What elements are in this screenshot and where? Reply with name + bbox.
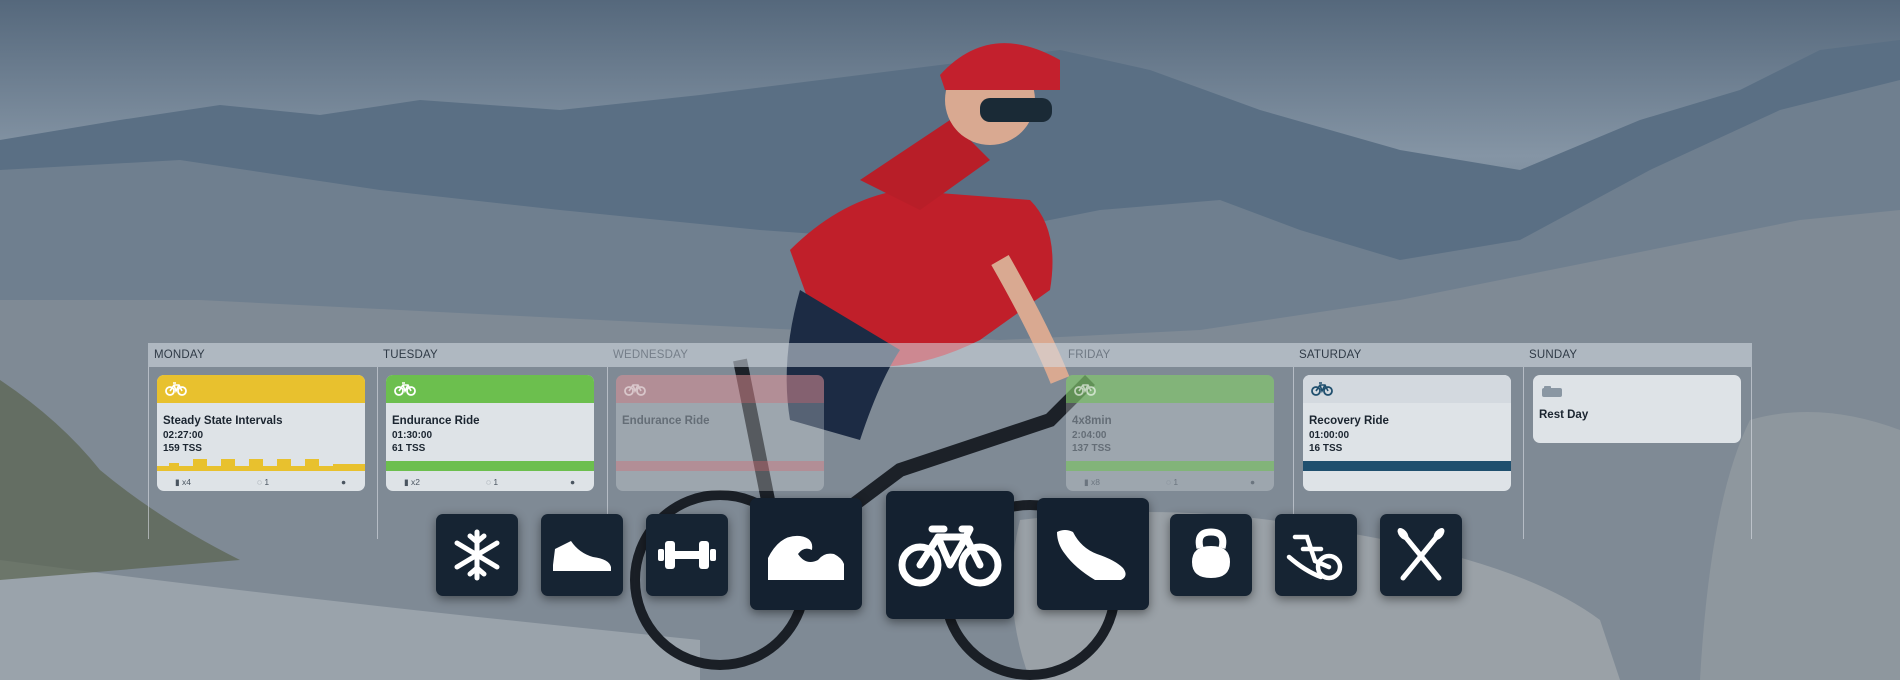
kettlebell-icon	[1192, 528, 1230, 578]
mountain-bike-icon	[1286, 534, 1343, 581]
bike-icon	[898, 525, 1002, 587]
sport-tile-run[interactable]	[1037, 498, 1149, 610]
sport-tile-mountain-bike[interactable]	[1275, 514, 1357, 596]
hero-banner: MONDAY TUESDAY WEDNESDAY FRIDAY SATURDAY…	[0, 0, 1900, 680]
rowing-oars-icon	[1397, 528, 1445, 581]
dumbbell-icon	[658, 541, 716, 569]
sport-tile-strength[interactable]	[646, 514, 728, 596]
sport-type-selector	[0, 0, 1900, 680]
sport-tile-bike[interactable]	[886, 491, 1014, 619]
sport-tile-walk[interactable]	[541, 514, 623, 596]
sport-tile-rowing[interactable]	[1380, 514, 1462, 596]
shoe-icon	[553, 541, 611, 571]
running-shoe-icon	[1057, 530, 1126, 580]
sport-tile-nordic-ski[interactable]	[436, 514, 518, 596]
snowflake-icon	[454, 529, 500, 581]
sport-tile-swim[interactable]	[750, 498, 862, 610]
swim-wave-icon	[768, 535, 844, 580]
sport-tile-crossfit[interactable]	[1170, 514, 1252, 596]
